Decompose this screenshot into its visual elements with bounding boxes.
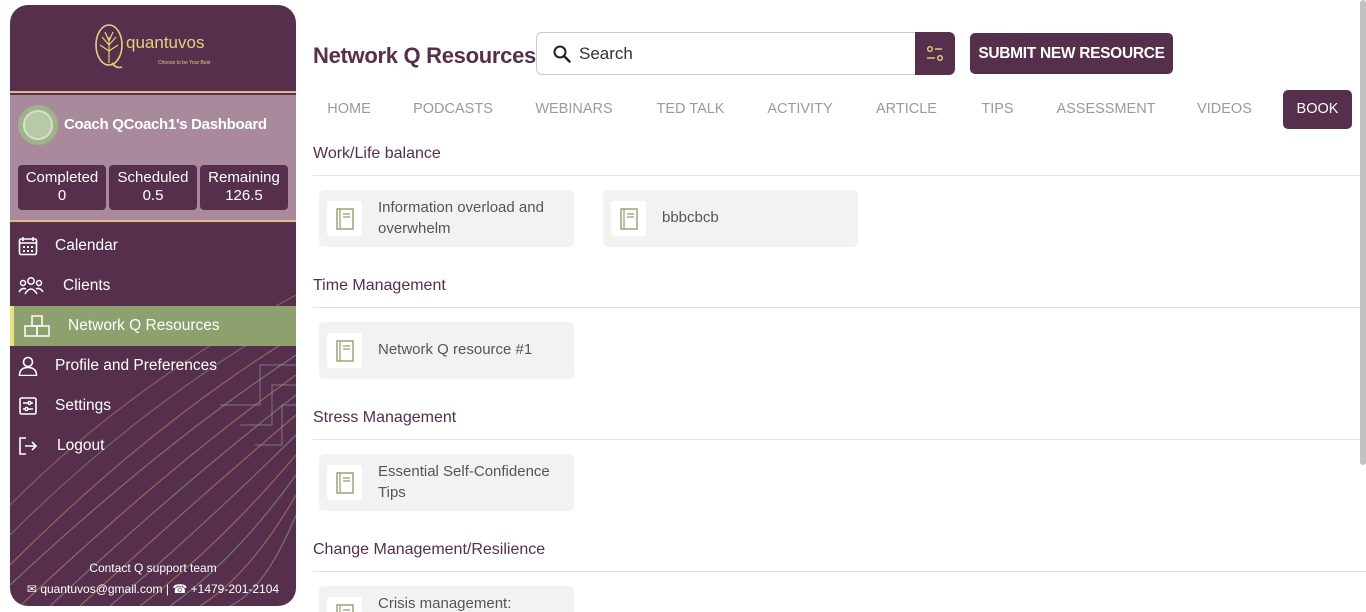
resource-card[interactable]: Information overload and overwhelm <box>319 190 574 247</box>
nav-label: Settings <box>55 397 112 414</box>
resource-title: Information overload and overwhelm <box>378 199 544 237</box>
sidebar: quantuvos Choose to be Your Best Coach Q… <box>10 5 296 606</box>
resource-title: Crisis management: <box>378 595 512 612</box>
user-icon <box>18 356 38 376</box>
tab-podcasts[interactable]: PODCASTS <box>408 90 498 129</box>
section-divider <box>313 571 1366 572</box>
book-icon <box>327 333 362 368</box>
avatar[interactable] <box>18 105 58 145</box>
tab-assessment[interactable]: ASSESSMENT <box>1050 90 1162 129</box>
section-divider <box>313 307 1366 308</box>
page-title: Network Q Resources <box>313 43 536 68</box>
section-title: Change Management/Resilience <box>313 541 546 558</box>
search-icon <box>553 45 571 63</box>
nav-item-clients[interactable]: Clients <box>10 266 296 306</box>
active-indicator <box>10 306 14 346</box>
settings-icon <box>19 397 37 415</box>
section-title: Work/Life balance <box>313 145 441 162</box>
submit-new-resource-button[interactable]: SUBMIT NEW RESOURCE <box>970 33 1173 74</box>
tree-logo-icon <box>95 24 123 69</box>
stat-value: 0.5 <box>142 187 164 204</box>
resource-card[interactable]: Essential Self-Confidence Tips <box>319 454 574 511</box>
book-icon <box>327 597 362 612</box>
dashboard-title: Coach QCoach1's Dashboard <box>64 116 267 133</box>
nav-item-network-q-resources[interactable]: Network Q Resources <box>10 306 296 346</box>
resource-card[interactable]: bbbcbcb <box>603 190 858 247</box>
boxes-icon <box>24 315 50 337</box>
users-icon <box>18 277 44 295</box>
resource-title: Essential Self-Confidence Tips <box>378 463 550 501</box>
tab-book[interactable]: BOOK <box>1283 90 1352 129</box>
stat-label: Scheduled <box>117 169 189 186</box>
profile-area: Coach QCoach1's Dashboard Completed 0 Sc… <box>10 95 296 222</box>
search-box <box>536 32 916 75</box>
stat-scheduled: Scheduled 0.5 <box>109 165 197 210</box>
tab-webinars[interactable]: WEBINARS <box>527 90 621 129</box>
resource-title: Network Q resource #1 <box>378 341 533 358</box>
contact-title: Contact Q support team <box>89 561 217 575</box>
page-scrollbar[interactable] <box>1360 0 1366 465</box>
tab-article[interactable]: ARTICLE <box>870 90 943 129</box>
filter-button[interactable] <box>915 32 955 75</box>
phone-icon: ☎ <box>172 582 188 596</box>
logo-tagline: Choose to be Your Best <box>158 60 211 66</box>
stat-remaining: Remaining 126.5 <box>200 165 288 210</box>
book-icon <box>327 465 362 500</box>
nav-label: Clients <box>63 277 111 294</box>
tab-videos[interactable]: VIDEOS <box>1191 90 1258 129</box>
book-icon <box>327 201 362 236</box>
logo-text: quantuvos <box>126 33 205 52</box>
section-title: Time Management <box>313 277 446 294</box>
tab-activity[interactable]: ACTIVITY <box>762 90 838 129</box>
tab-ted-talk[interactable]: TED TALK <box>651 90 730 129</box>
logo[interactable]: quantuvos Choose to be Your Best <box>94 23 211 71</box>
nav-item-settings[interactable]: Settings <box>10 386 296 426</box>
tab-tips[interactable]: TIPS <box>974 90 1021 129</box>
stat-completed: Completed 0 <box>18 165 106 210</box>
stat-label: Completed <box>25 169 99 186</box>
logout-icon <box>19 437 38 455</box>
stat-value: 126.5 <box>225 187 263 204</box>
resource-card[interactable]: Network Q resource #1 <box>319 322 574 379</box>
search-input[interactable] <box>579 43 899 65</box>
nav-item-calendar[interactable]: Calendar <box>10 226 296 266</box>
contact-phone[interactable]: +1479-201-2104 <box>191 582 279 596</box>
nav-label: Logout <box>57 437 105 454</box>
contact-email[interactable]: quantuvos@gmail.com <box>40 582 162 596</box>
section-divider <box>313 439 1366 440</box>
nav-item-logout[interactable]: Logout <box>10 426 296 466</box>
resource-title: bbbcbcb <box>662 209 719 226</box>
calendar-icon <box>18 237 38 256</box>
logo-area: quantuvos Choose to be Your Best <box>10 5 296 93</box>
stat-value: 0 <box>57 187 67 204</box>
nav-label: Network Q Resources <box>68 317 220 334</box>
resource-card[interactable]: Crisis management: <box>319 586 574 612</box>
filter-icon <box>926 45 944 62</box>
resource-tabs: HOME PODCASTS WEBINARS TED TALK ACTIVITY… <box>313 90 1358 129</box>
section-title: Stress Management <box>313 409 457 426</box>
book-icon <box>611 201 646 236</box>
nav-label: Calendar <box>55 237 118 254</box>
nav-item-profile[interactable]: Profile and Preferences <box>10 346 296 386</box>
stat-label: Remaining <box>208 169 280 186</box>
section-divider <box>313 175 1366 176</box>
app-root: quantuvos Choose to be Your Best Coach Q… <box>0 0 1366 612</box>
tab-home[interactable]: HOME <box>313 90 385 129</box>
nav-label: Profile and Preferences <box>55 357 217 374</box>
mail-icon: ✉ <box>26 582 37 596</box>
sidebar-nav: Calendar Clients Network Q Resources Pro… <box>10 226 296 466</box>
contact-details: ✉ quantuvos@gmail.com | ☎ +1479-201-2104 <box>10 582 296 596</box>
